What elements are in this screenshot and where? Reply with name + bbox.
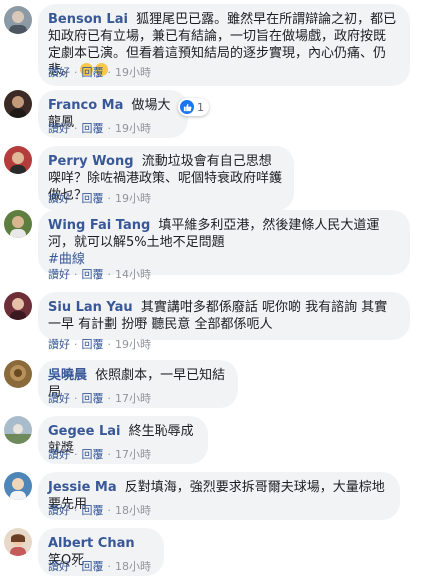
comment-actions: 讚好 · 回覆 · 17小時 xyxy=(48,392,151,405)
comment-thread: Benson Lai 狐狸尾巴已露。雖然早在所謂辯論之初，都已知政府已有立場，兼… xyxy=(0,0,430,576)
comment-author[interactable]: Jessie Ma xyxy=(48,480,117,495)
reply-link[interactable]: 回覆 xyxy=(82,504,104,517)
comment-author[interactable]: Albert Chan xyxy=(48,536,135,551)
avatar[interactable] xyxy=(4,210,32,238)
comment-bubble: Siu Lan Yau 其實講咁多都係廢話 呢你啲 我有諮詢 其實一早 有計劃 … xyxy=(38,292,410,340)
reaction-badge[interactable]: 1 xyxy=(178,98,209,116)
comment-author[interactable]: Benson Lai xyxy=(48,12,128,27)
comment-bubble: Wing Fai Tang 填平維多利亞港，然後建條人民大道運河，就可以解5%土… xyxy=(38,210,410,275)
like-link[interactable]: 讚好 xyxy=(48,504,70,517)
comment-actions: 讚好 · 回覆 · 18小時 xyxy=(48,504,151,517)
avatar[interactable] xyxy=(4,528,32,556)
reply-link[interactable]: 回覆 xyxy=(82,122,104,135)
comment-time[interactable]: 17小時 xyxy=(115,392,151,405)
comment-author[interactable]: Siu Lan Yau xyxy=(48,300,133,315)
comment-actions: 讚好 · 回覆 · 19小時 xyxy=(48,338,151,351)
avatar[interactable] xyxy=(4,146,32,174)
thumbs-up-icon xyxy=(180,100,194,114)
like-link[interactable]: 讚好 xyxy=(48,448,70,461)
like-link[interactable]: 讚好 xyxy=(48,122,70,135)
reply-link[interactable]: 回覆 xyxy=(82,192,104,205)
like-link[interactable]: 讚好 xyxy=(48,192,70,205)
like-link[interactable]: 讚好 xyxy=(48,338,70,351)
avatar[interactable] xyxy=(4,292,32,320)
avatar[interactable] xyxy=(4,416,32,444)
comment-actions: 讚好 · 回覆 · 14小時 xyxy=(48,268,151,281)
like-link[interactable]: 讚好 xyxy=(48,66,70,79)
comment-time[interactable]: 19小時 xyxy=(115,122,151,135)
like-link[interactable]: 讚好 xyxy=(48,560,70,573)
comment-author[interactable]: Wing Fai Tang xyxy=(48,218,150,233)
reply-link[interactable]: 回覆 xyxy=(82,268,104,281)
comment-time[interactable]: 19小時 xyxy=(115,338,151,351)
reply-link[interactable]: 回覆 xyxy=(82,560,104,573)
comment-time[interactable]: 19小時 xyxy=(115,66,151,79)
comment-actions: 讚好 · 回覆 · 19小時 xyxy=(48,66,151,79)
comment-actions: 讚好 · 回覆 · 17小時 xyxy=(48,448,151,461)
comment-actions: 讚好 · 回覆 · 19小時 xyxy=(48,122,151,135)
comment-time[interactable]: 19小時 xyxy=(115,192,151,205)
reply-link[interactable]: 回覆 xyxy=(82,448,104,461)
comment-actions: 讚好 · 回覆 · 18小時 xyxy=(48,560,151,573)
comment-author[interactable]: Gegee Lai xyxy=(48,424,120,439)
comment-time[interactable]: 17小時 xyxy=(115,448,151,461)
reaction-count: 1 xyxy=(197,100,204,114)
comment-author[interactable]: 吳曉晨 xyxy=(48,368,87,383)
hashtag-link[interactable]: #曲線 xyxy=(48,251,398,268)
avatar[interactable] xyxy=(4,90,32,118)
reply-link[interactable]: 回覆 xyxy=(82,338,104,351)
avatar[interactable] xyxy=(4,6,32,34)
reply-link[interactable]: 回覆 xyxy=(82,392,104,405)
reply-link[interactable]: 回覆 xyxy=(82,66,104,79)
like-link[interactable]: 讚好 xyxy=(48,392,70,405)
comment-actions: 讚好 · 回覆 · 19小時 xyxy=(48,192,151,205)
avatar[interactable] xyxy=(4,360,32,388)
comment-author[interactable]: Franco Ma xyxy=(48,98,123,113)
comment-time[interactable]: 14小時 xyxy=(115,268,151,281)
comment-time[interactable]: 18小時 xyxy=(115,560,151,573)
avatar[interactable] xyxy=(4,472,32,500)
like-link[interactable]: 讚好 xyxy=(48,268,70,281)
comment-time[interactable]: 18小時 xyxy=(115,504,151,517)
comment-author[interactable]: Perry Wong xyxy=(48,154,134,169)
